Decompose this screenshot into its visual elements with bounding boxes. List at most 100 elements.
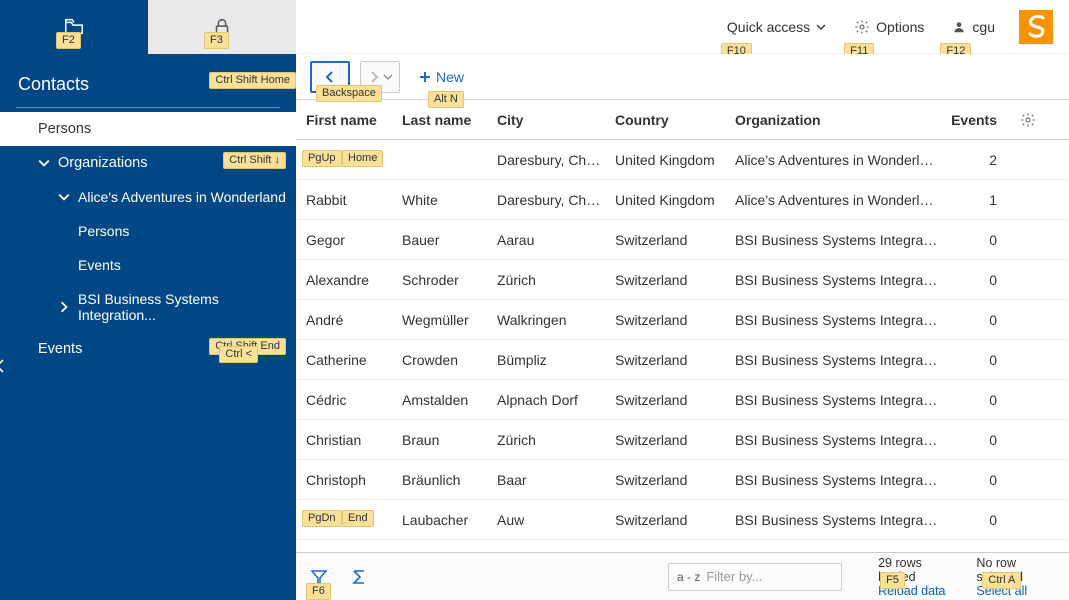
cell-country: Switzerland [605,432,725,448]
user-menu[interactable]: cgu F12 [938,19,1009,35]
arrow-left-icon [323,70,337,84]
key-alt-n: Alt N [428,91,464,108]
cell-organization: Alice's Adventures in Wonderland [725,192,941,208]
key-f5: F5 [880,572,905,589]
table-body[interactable]: PgUp Home PgDn End AliceDaresbury, Ches.… [296,140,1069,552]
app-header: F2 F3 Quick access F10 Options F11 cgu F… [0,0,1069,54]
table-row[interactable]: ClaudioLaubacherAuwSwitzerlandBSI Busine… [296,500,1069,540]
table-row[interactable]: AliceDaresbury, Ches...United KingdomAli… [296,140,1069,180]
table-row[interactable]: AlexandreSchroderZürichSwitzerlandBSI Bu… [296,260,1069,300]
cell-city: Bümpliz [487,352,605,368]
cell-city: Zürich [487,272,605,288]
sigma-icon[interactable] [350,568,368,586]
key-ctrl-shift-down: Ctrl Shift ↓ [223,152,286,169]
app-logo [1019,10,1053,44]
cell-city: Daresbury, Ches... [487,152,605,168]
cell-events: 0 [941,432,1011,448]
chevron-down-icon [38,157,50,169]
nav-organizations-label: Organizations [58,155,147,171]
chevron-down-icon [383,72,393,82]
nav-alice-persons-label: Persons [78,223,129,239]
cell-city: Zürich [487,432,605,448]
table-row[interactable]: ChristophBräunlichBaarSwitzerlandBSI Bus… [296,460,1069,500]
detail-toolbar: Backspace New Alt N [296,54,1069,100]
user-label: cgu [972,19,995,35]
table-row[interactable]: CatherineCrowdenBümplizSwitzerlandBSI Bu… [296,340,1069,380]
table-row[interactable]: CédricAmstaldenAlpnach DorfSwitzerlandBS… [296,380,1069,420]
cell-last-name: Bauer [392,232,487,248]
key-ctrl-left: Ctrl < [219,346,258,363]
cell-events: 1 [941,192,1011,208]
cell-city: Baar [487,472,605,488]
cell-first-name: Gegor [296,232,392,248]
collapse-sidebar-button[interactable]: Ctrl < [0,356,286,381]
table-footer: F6 a - z Filter by... 29 rows loaded Rel… [296,552,1069,600]
chevron-down-icon [816,22,826,32]
divider [16,107,280,108]
th-organization[interactable]: Organization [725,112,941,128]
table-row[interactable]: RabbitWhiteDaresbury, Ches...United King… [296,180,1069,220]
cell-last-name: Bräunlich [392,472,487,488]
options-menu[interactable]: Options F11 [840,19,938,35]
quick-access-label: Quick access [727,19,810,35]
new-button[interactable]: New Alt N [418,69,464,85]
cell-first-name: Catherine [296,352,392,368]
key-f2: F2 [56,32,81,49]
sidebar: Contacts Ctrl Shift Home Persons Organiz… [0,54,296,600]
cell-events: 0 [941,312,1011,328]
tab-contacts[interactable]: F2 [0,0,148,54]
key-end: End [342,510,374,527]
sidebar-title: Contacts [18,74,89,95]
chevron-left-icon [0,356,10,376]
cell-last-name: Schroder [392,272,487,288]
cell-first-name: Christoph [296,472,392,488]
cell-first-name: Rabbit [296,192,392,208]
th-last-name[interactable]: Last name [392,112,487,128]
cell-events: 0 [941,512,1011,528]
th-country[interactable]: Country [605,112,725,128]
cell-country: Switzerland [605,472,725,488]
filter-prefix: a - z [677,570,700,584]
table-row[interactable]: AndréWegmüllerWalkringenSwitzerlandBSI B… [296,300,1069,340]
table-row[interactable]: GegorBauerAarauSwitzerlandBSI Business S… [296,220,1069,260]
cell-first-name: Cédric [296,392,392,408]
cell-events: 2 [941,152,1011,168]
nav-alice-persons[interactable]: Persons [0,214,296,248]
th-city[interactable]: City [487,112,605,128]
th-first-name[interactable]: First name [296,112,392,128]
arrow-right-icon [367,70,381,84]
tab-search[interactable]: F3 [148,0,296,54]
cell-country: United Kingdom [605,192,725,208]
gear-icon [854,19,870,35]
nav-alice-events[interactable]: Events [0,248,296,282]
cell-city: Aarau [487,232,605,248]
cell-last-name: Wegmüller [392,312,487,328]
cell-city: Daresbury, Ches... [487,192,605,208]
table-row[interactable]: ChristianBraunZürichSwitzerlandBSI Busin… [296,420,1069,460]
cell-last-name: White [392,192,487,208]
cell-country: Switzerland [605,392,725,408]
cell-city: Auw [487,512,605,528]
filter-input[interactable]: a - z Filter by... [668,563,842,591]
nav-alice-label: Alice's Adventures in Wonderland [78,189,286,205]
th-events[interactable]: Events [941,112,1011,128]
options-label: Options [876,19,924,35]
cell-country: Switzerland [605,272,725,288]
cell-organization: Alice's Adventures in Wonderland [725,152,941,168]
back-button[interactable]: Backspace [310,61,350,93]
outline-tabs: F2 F3 [0,0,296,54]
nav-organizations[interactable]: Organizations Ctrl Shift ↓ [0,146,296,180]
nav-alice-events-label: Events [78,257,121,273]
nav-persons[interactable]: Persons [0,112,296,146]
quick-access-menu[interactable]: Quick access F10 [713,19,840,35]
table-header: First name Last name City Country Organi… [296,100,1069,140]
key-ctrl-shift-home: Ctrl Shift Home [209,72,296,89]
cell-last-name: Amstalden [392,392,487,408]
cell-events: 0 [941,352,1011,368]
nav-alice[interactable]: Alice's Adventures in Wonderland [0,180,296,214]
cell-city: Alpnach Dorf [487,392,605,408]
cell-events: 0 [941,272,1011,288]
table-settings-button[interactable] [1011,112,1045,128]
cell-country: United Kingdom [605,152,725,168]
nav-bsi[interactable]: BSI Business Systems Integration... [0,282,296,332]
